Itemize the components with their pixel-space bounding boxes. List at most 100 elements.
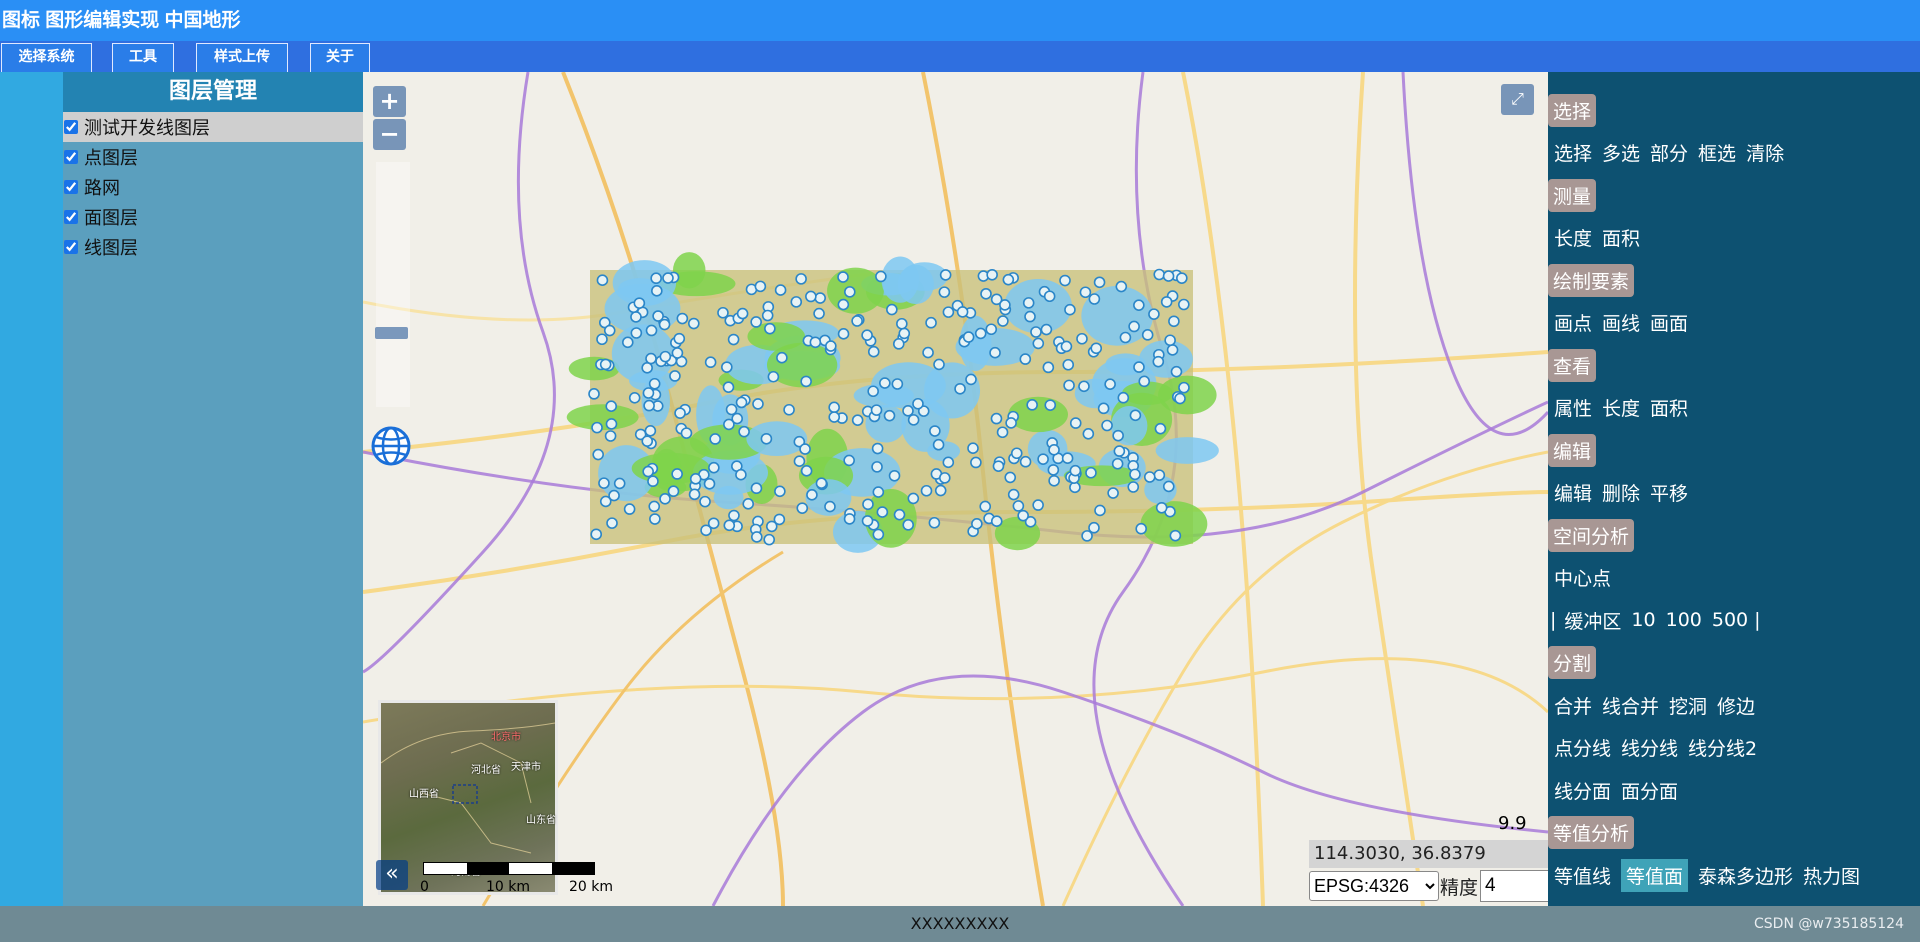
map-point — [1128, 320, 1140, 333]
layer-item[interactable]: 线图层 — [63, 232, 363, 262]
map-view[interactable]: + − ⤢ 北京市 河北省 天津市 山西省 山东省 河南省 « — [363, 72, 1548, 906]
tool-button[interactable]: 选择 — [1554, 139, 1592, 166]
tool-button[interactable]: 线分面 — [1554, 777, 1611, 804]
zoom-slider-track[interactable] — [376, 162, 410, 407]
map-point — [1094, 504, 1106, 517]
map-point — [1047, 464, 1060, 476]
map-point — [1133, 299, 1145, 311]
map-point — [1012, 500, 1025, 512]
map-point — [907, 414, 920, 426]
map-point — [1162, 270, 1175, 282]
tool-button[interactable]: 热力图 — [1803, 862, 1860, 889]
menu-about[interactable]: 关于 — [310, 43, 370, 72]
buffer-separator: | — [1550, 609, 1557, 631]
buffer-distance-button[interactable]: 10 — [1631, 609, 1655, 631]
footer: XXXXXXXXX CSDN @w735185124 — [0, 906, 1920, 942]
tool-button[interactable]: 线合并 — [1602, 692, 1659, 719]
tool-row: 分割 — [1548, 645, 1597, 681]
map-point — [1017, 509, 1029, 522]
overview-collapse-button[interactable]: « — [376, 860, 408, 890]
tool-button[interactable]: 中心点 — [1554, 564, 1611, 591]
tool-button[interactable]: 面分面 — [1621, 777, 1678, 804]
tool-category[interactable]: 分割 — [1548, 646, 1597, 679]
fullscreen-icon[interactable]: ⤢ — [1501, 84, 1534, 115]
buffer-distance-button[interactable]: 100 — [1666, 609, 1702, 631]
zoom-in-button[interactable]: + — [373, 86, 406, 117]
tool-button[interactable]: 等值线 — [1554, 862, 1611, 889]
layer-visibility-checkbox[interactable] — [64, 180, 78, 194]
tool-button[interactable]: 删除 — [1602, 479, 1640, 506]
tool-button[interactable]: 线分线 — [1621, 734, 1678, 761]
buffer-distance-button[interactable]: 500 — [1712, 609, 1748, 631]
map-point — [974, 327, 987, 340]
menu-select-system[interactable]: 选择系统 — [1, 43, 92, 72]
tool-button[interactable]: 框选 — [1698, 139, 1736, 166]
map-point — [1069, 464, 1082, 477]
tool-category[interactable]: 等值分析 — [1548, 816, 1635, 849]
map-point — [1097, 402, 1110, 415]
tool-button[interactable]: 线分线2 — [1688, 734, 1757, 761]
tool-button[interactable]: 平移 — [1650, 479, 1688, 506]
menu-tools[interactable]: 工具 — [112, 43, 174, 72]
map-point — [805, 290, 817, 303]
overview-label: 北京市 — [491, 732, 521, 743]
layer-item[interactable]: 点图层 — [63, 142, 363, 172]
tool-row: 线分面 面分面 — [1548, 772, 1682, 808]
tool-button[interactable]: 挖洞 — [1669, 692, 1707, 719]
tool-button[interactable]: 编辑 — [1554, 479, 1592, 506]
layer-label: 面图层 — [84, 208, 138, 229]
map-point — [689, 473, 702, 485]
layer-visibility-checkbox[interactable] — [64, 210, 78, 224]
precision-input[interactable] — [1480, 870, 1548, 902]
tool-category[interactable]: 编辑 — [1548, 433, 1597, 467]
tool-button[interactable]: 面积 — [1602, 224, 1640, 251]
boundary-line — [1401, 72, 1548, 436]
tool-row: 选择 多选 部分 框选 清除 — [1548, 135, 1788, 171]
map-point — [1048, 474, 1060, 487]
tool-button[interactable]: 清除 — [1746, 139, 1784, 166]
tool-category[interactable]: 空间分析 — [1548, 518, 1635, 552]
layer-visibility-checkbox[interactable] — [64, 150, 78, 164]
tool-button[interactable]: 面积 — [1650, 394, 1688, 421]
tool-button[interactable]: 合并 — [1554, 692, 1592, 719]
tool-button[interactable]: 属性 — [1554, 394, 1592, 421]
tool-button[interactable]: 部分 — [1650, 139, 1688, 166]
tool-button[interactable]: 等值面 — [1621, 858, 1689, 892]
map-point — [1024, 310, 1036, 323]
tool-button[interactable]: 画点 — [1554, 309, 1592, 336]
globe-icon[interactable] — [370, 425, 412, 467]
map-point — [896, 317, 908, 330]
layer-item[interactable]: 面图层 — [63, 202, 363, 232]
layer-item[interactable]: 路网 — [63, 172, 363, 202]
map-point — [763, 533, 776, 546]
map-point — [1061, 452, 1074, 465]
map-point — [671, 468, 683, 480]
layer-item[interactable]: 测试开发线图层 — [63, 112, 363, 142]
buffer-label: 缓冲区 — [1564, 610, 1622, 633]
menu-style-upload[interactable]: 样式上传 — [196, 43, 288, 72]
zoom-out-button[interactable]: − — [373, 119, 406, 150]
tool-button[interactable]: 长度 — [1554, 224, 1592, 251]
tool-category[interactable]: 选择 — [1548, 93, 1597, 127]
map-point — [1143, 471, 1156, 483]
tool-category[interactable]: 绘制要素 — [1548, 263, 1635, 297]
tool-button[interactable]: 多选 — [1602, 139, 1640, 166]
tool-category[interactable]: 测量 — [1548, 178, 1597, 212]
map-point — [799, 443, 811, 455]
tool-button[interactable]: 画面 — [1650, 309, 1688, 336]
layer-visibility-checkbox[interactable] — [64, 240, 78, 254]
tool-button[interactable]: 长度 — [1602, 394, 1640, 421]
projection-select[interactable]: EPSG:4326 — [1309, 871, 1439, 901]
tool-button[interactable]: 画线 — [1602, 309, 1640, 336]
map-point — [985, 323, 998, 336]
tool-button[interactable]: 点分线 — [1554, 734, 1611, 761]
tool-category[interactable]: 查看 — [1548, 348, 1597, 382]
tool-button[interactable]: 修边 — [1717, 692, 1755, 719]
tool-row: 长度 面积 — [1548, 220, 1644, 256]
layer-visibility-checkbox[interactable] — [64, 120, 78, 134]
zoom-slider-thumb[interactable] — [375, 327, 408, 339]
tool-button[interactable]: 泰森多边形 — [1698, 862, 1793, 889]
map-point — [1090, 342, 1103, 355]
map-point — [862, 498, 874, 511]
map-point — [613, 477, 626, 490]
